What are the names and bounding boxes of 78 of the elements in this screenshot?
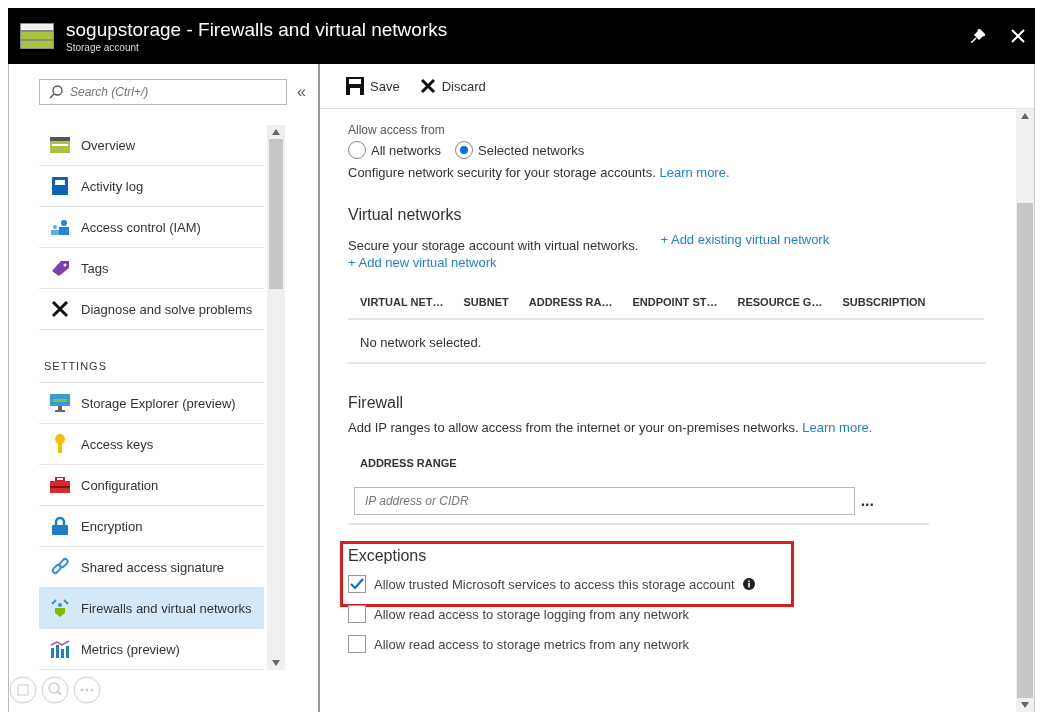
tag-icon	[50, 259, 70, 277]
column-header[interactable]: SUBSCRIPTION	[842, 296, 926, 308]
monitor-icon	[50, 394, 70, 412]
info-icon[interactable]	[742, 578, 755, 590]
collapse-button[interactable]: «	[297, 83, 306, 101]
column-header[interactable]: ADDRESS RA…	[528, 296, 613, 308]
column-header[interactable]: SUBNET	[463, 296, 509, 308]
close-icon[interactable]	[1011, 29, 1025, 43]
sidebar-item[interactable]: Access keys	[39, 424, 264, 465]
sidebar-item[interactable]: Firewalls and virtual networks	[39, 588, 264, 629]
add-new-link[interactable]: + Add new virtual network	[348, 255, 986, 270]
sidebar-item[interactable]: Activity log	[39, 166, 264, 207]
search-icon	[49, 85, 63, 99]
description-text: Configure network security for your storage accounts. Learn more.	[348, 165, 731, 180]
checkbox[interactable]	[348, 605, 366, 623]
window-title: sogupstorage - Firewalls and virtual networks	[66, 19, 449, 41]
column-header[interactable]: RESOURCE G…	[737, 296, 823, 308]
section-heading: SETTINGS	[39, 330, 264, 383]
check-icon	[350, 578, 364, 590]
column-header[interactable]: ENDPOINT ST…	[632, 296, 718, 308]
column-header[interactable]: VIRTUAL NET…	[360, 296, 444, 308]
section-title: Virtual networks	[348, 206, 463, 224]
learn-more-link[interactable]: Learn more.	[659, 165, 730, 180]
column-header: ADDRESS RANGE	[359, 456, 458, 469]
tools-icon	[51, 300, 69, 318]
sidebar-item[interactable]: Diagnose and solve problems	[39, 289, 264, 330]
empty-message: No network selected.	[348, 320, 986, 364]
save-icon	[346, 77, 364, 95]
sidebar-item[interactable]: Configuration	[39, 465, 264, 506]
scroll-thumb[interactable]	[1017, 203, 1033, 698]
network-shield-icon	[50, 598, 70, 618]
sidebar-item[interactable]: Overview	[39, 125, 264, 166]
toggle-icon[interactable]	[9, 676, 37, 704]
scrollbar[interactable]	[1016, 109, 1034, 712]
section-title: Firewall	[348, 394, 405, 412]
search-icon[interactable]	[41, 676, 69, 704]
scroll-down-icon[interactable]	[272, 660, 280, 666]
radio-button[interactable]: All networks	[348, 141, 442, 159]
window-icon	[50, 137, 70, 153]
description-text: Add IP ranges to allow access from the internet or your on-premises networks. Learn more.	[348, 420, 874, 435]
people-icon	[50, 219, 70, 235]
sidebar-item[interactable]: Tags	[39, 248, 264, 289]
search-field[interactable]: Search (Ctrl+/)	[39, 79, 287, 105]
pin-icon[interactable]	[971, 29, 985, 43]
more-icon[interactable]	[73, 676, 101, 704]
save-button[interactable]: Save	[346, 77, 400, 95]
toolbox-icon	[50, 477, 70, 493]
add-existing-link[interactable]: + Add existing virtual network	[660, 232, 830, 253]
radio-button[interactable]: Selected networks	[455, 141, 585, 159]
window-subtitle: Storage account	[66, 42, 140, 53]
description-text: Secure your storage account with virtual networks.	[348, 238, 639, 253]
checkbox-label: Allow trusted Microsoft services to access this storage account	[374, 576, 735, 592]
sidebar-item[interactable]: Access control (IAM)	[39, 207, 264, 248]
scroll-thumb[interactable]	[269, 139, 283, 289]
scrollbar[interactable]	[267, 125, 285, 670]
book-icon	[52, 177, 68, 195]
storage-icon	[20, 23, 54, 49]
field-label: Allow access from	[348, 123, 446, 137]
key-icon	[54, 434, 66, 454]
scroll-down-icon[interactable]	[1021, 702, 1029, 708]
close-icon	[419, 78, 436, 94]
bar-chart-icon	[50, 640, 70, 658]
link-icon	[50, 557, 70, 577]
checkbox[interactable]	[348, 575, 366, 593]
checkbox-label: Allow read access to storage logging from any network	[374, 606, 690, 622]
discard-button[interactable]: Discard	[419, 78, 486, 94]
scroll-up-icon[interactable]	[272, 129, 280, 135]
ip-address-field[interactable]: IP address or CIDR	[354, 487, 855, 515]
section-title: Exceptions	[348, 547, 428, 565]
sidebar-item[interactable]: Encryption	[39, 506, 264, 547]
scroll-up-icon[interactable]	[1021, 113, 1029, 119]
checkbox-label: Allow read access to storage metrics from any network	[374, 636, 689, 652]
more-button[interactable]: ...	[860, 492, 874, 510]
sidebar-item[interactable]: Storage Explorer (preview)	[39, 383, 264, 424]
lock-icon	[52, 517, 68, 535]
sidebar-item[interactable]: Metrics (preview)	[39, 629, 264, 670]
checkbox[interactable]	[348, 635, 366, 653]
learn-more-link[interactable]: Learn more.	[802, 420, 873, 435]
